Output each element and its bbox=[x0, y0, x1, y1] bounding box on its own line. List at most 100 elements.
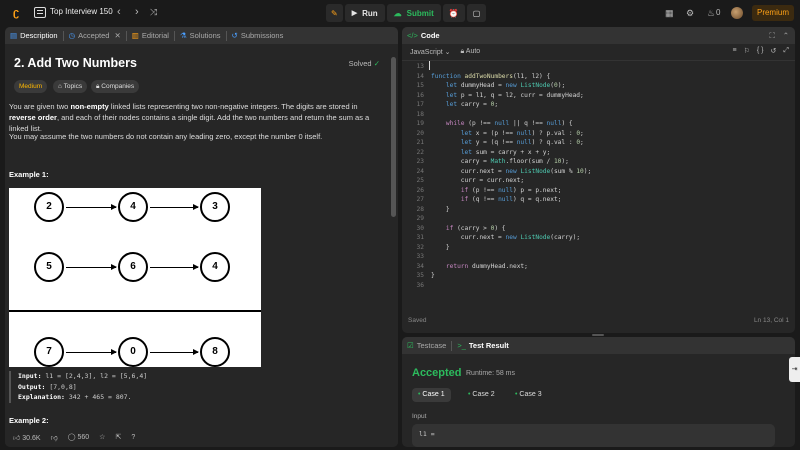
code-line[interactable]: carry = Math.floor(sum / 10); bbox=[431, 158, 569, 165]
braces-icon[interactable]: { } bbox=[757, 47, 764, 55]
resize-handle[interactable] bbox=[592, 334, 604, 336]
code-line[interactable]: let dummyHead = new ListNode(0); bbox=[431, 82, 565, 89]
code-line[interactable]: } bbox=[431, 244, 450, 251]
tab-test-result[interactable]: >_ Test Result bbox=[452, 337, 513, 354]
run-button[interactable]: ▶ Run bbox=[344, 4, 385, 22]
submissions-icon: ↺ bbox=[231, 31, 238, 40]
example-2-title: Example 2: bbox=[9, 416, 49, 425]
arrow bbox=[66, 349, 117, 355]
submit-button[interactable]: ☁ Submit bbox=[386, 4, 441, 22]
list-node: 4 bbox=[118, 192, 148, 222]
list-node: 0 bbox=[118, 337, 148, 367]
code-line[interactable]: let sum = carry + x + y; bbox=[431, 149, 550, 156]
tab-editorial[interactable]: ▥ Editorial bbox=[127, 27, 174, 44]
description-body: 2. Add Two Numbers Solved ✓ Medium ⌂ Top… bbox=[5, 44, 398, 447]
like-button[interactable]: 👍︎ 30.6K bbox=[13, 433, 41, 442]
arrow bbox=[150, 204, 199, 210]
checkbox-icon: ☑ bbox=[407, 341, 414, 350]
input-value: l1 = bbox=[412, 424, 775, 447]
code-line[interactable]: } bbox=[431, 206, 450, 213]
code-line[interactable]: if (p !== null) p = p.next; bbox=[431, 187, 562, 194]
code-line[interactable]: function addTwoNumbers(l1, l2) { bbox=[431, 73, 550, 80]
result-status: Accepted bbox=[412, 367, 462, 379]
list-node: 2 bbox=[34, 192, 64, 222]
cursor-position: Ln 13, Col 1 bbox=[753, 317, 789, 324]
fullscreen-icon[interactable]: ⤢ bbox=[783, 47, 789, 55]
code-line[interactable]: } bbox=[431, 272, 435, 279]
problem-title[interactable]: 2. Add Two Numbers bbox=[14, 56, 137, 70]
tab-accepted[interactable]: ◷ Accepted ✕ bbox=[64, 27, 126, 44]
problem-note: You may assume the two numbers do not co… bbox=[9, 132, 323, 141]
thumbs-down-icon: 👎︎ bbox=[50, 434, 58, 442]
streak-flame-icon[interactable]: ♨ bbox=[707, 8, 715, 19]
line-number: 15 bbox=[416, 82, 424, 89]
leetcode-logo-icon[interactable]: ʗ bbox=[9, 6, 23, 20]
code-line[interactable]: if (q !== null) q = q.next; bbox=[431, 196, 562, 203]
line-number: 35 bbox=[416, 272, 424, 279]
format-icon[interactable]: ≡ bbox=[733, 47, 737, 55]
code-toolbar: JavaScript ⌄ 🔒︎ Auto ≡ ⚐ { } ↺ ⤢ bbox=[402, 44, 795, 61]
tab-description[interactable]: ▤ Description bbox=[5, 27, 63, 44]
settings-gear-icon[interactable]: ⚙ bbox=[686, 8, 694, 19]
next-problem-icon[interactable]: › bbox=[135, 5, 139, 19]
premium-button[interactable]: Premium bbox=[752, 5, 794, 21]
code-line[interactable]: curr.next = new ListNode(sum % 10); bbox=[431, 168, 591, 175]
topics-chip[interactable]: ⌂ Topics bbox=[53, 80, 88, 93]
comments-button[interactable]: ◯ 560 bbox=[68, 433, 89, 441]
case-tab-3[interactable]: • Case 3 bbox=[509, 388, 548, 402]
text-cursor bbox=[429, 61, 430, 70]
description-scrollbar[interactable] bbox=[391, 57, 396, 217]
code-line[interactable]: let p = l1, q = l2, curr = dummyHead; bbox=[431, 92, 584, 99]
reset-icon[interactable]: ↺ bbox=[771, 47, 777, 55]
accepted-icon: ◷ bbox=[68, 31, 76, 40]
companies-chip[interactable]: 🔒︎ Companies bbox=[91, 80, 140, 93]
code-line[interactable]: return dummyHead.next; bbox=[431, 263, 528, 270]
user-avatar[interactable] bbox=[731, 7, 743, 19]
solved-status: Solved ✓ bbox=[348, 59, 380, 68]
code-footer: Saved Ln 13, Col 1 bbox=[402, 317, 795, 331]
code-line[interactable]: let y = (q !== null) ? q.val : 0; bbox=[431, 139, 584, 146]
close-tab-icon[interactable]: ✕ bbox=[114, 31, 120, 40]
shuffle-icon[interactable]: ⤨ bbox=[150, 5, 157, 19]
case-tab-1[interactable]: • Case 1 bbox=[412, 388, 451, 402]
code-line[interactable]: curr.next = new ListNode(carry); bbox=[431, 234, 580, 241]
tab-submissions[interactable]: ↺ Submissions bbox=[227, 27, 289, 44]
debug-icon[interactable]: ✎ bbox=[326, 4, 343, 22]
top-bar: ʗ Top Interview 150 ‹ › ⤨ ✎ ▶ Run ☁ Subm… bbox=[0, 0, 800, 26]
editorial-icon: ▥ bbox=[131, 31, 139, 40]
code-line[interactable]: curr = curr.next; bbox=[431, 177, 524, 184]
language-select[interactable]: JavaScript ⌄ bbox=[410, 48, 451, 56]
list-node: 8 bbox=[200, 337, 230, 367]
favorite-star-icon[interactable]: ☆ bbox=[99, 433, 105, 441]
tab-code[interactable]: </> Code bbox=[402, 27, 445, 44]
help-icon[interactable]: ? bbox=[131, 434, 135, 441]
arrow bbox=[150, 264, 199, 270]
notes-icon[interactable]: ▢ bbox=[466, 4, 487, 22]
code-line[interactable]: let carry = 0; bbox=[431, 101, 498, 108]
autocomplete-mode[interactable]: 🔒︎ Auto bbox=[461, 48, 481, 56]
problem-list-title[interactable]: Top Interview 150 bbox=[50, 7, 113, 16]
side-panel-toggle-icon[interactable]: ⇥ bbox=[789, 357, 800, 382]
description-icon: ▤ bbox=[10, 31, 18, 40]
code-line[interactable]: let x = (p !== null) ? p.val : 0; bbox=[431, 130, 584, 137]
dislike-button[interactable]: 👎︎ bbox=[51, 433, 58, 442]
collapse-icon[interactable]: ⌃ bbox=[783, 31, 789, 41]
list-node: 6 bbox=[118, 252, 148, 282]
terminal-icon: >_ bbox=[457, 341, 466, 350]
prev-problem-icon[interactable]: ‹ bbox=[117, 5, 121, 19]
example-1-io: Input: l1 = [2,4,3], l2 = [5,6,4] Output… bbox=[9, 371, 379, 403]
code-editor[interactable]: 13 14 function addTwoNumbers(l1, l2) {15 l… bbox=[402, 61, 795, 311]
tab-solutions[interactable]: ⚗ Solutions bbox=[175, 27, 226, 44]
bookmark-icon[interactable]: ⚐ bbox=[744, 47, 750, 55]
case-tab-2[interactable]: • Case 2 bbox=[462, 388, 501, 402]
code-line[interactable]: if (carry > 0) { bbox=[431, 225, 506, 232]
arrow bbox=[66, 204, 117, 210]
layout-icon[interactable]: ▦ bbox=[665, 8, 674, 19]
tab-testcase[interactable]: ☑ Testcase bbox=[402, 337, 451, 354]
maximize-icon[interactable]: ⛶ bbox=[769, 31, 774, 41]
code-line[interactable]: while (p !== null || q !== null) { bbox=[431, 120, 573, 127]
share-icon[interactable]: ⇱ bbox=[115, 433, 121, 441]
check-circle-icon: ✓ bbox=[373, 59, 380, 68]
problem-list-icon[interactable] bbox=[34, 7, 46, 18]
timer-icon[interactable]: ⏰ bbox=[442, 4, 465, 22]
